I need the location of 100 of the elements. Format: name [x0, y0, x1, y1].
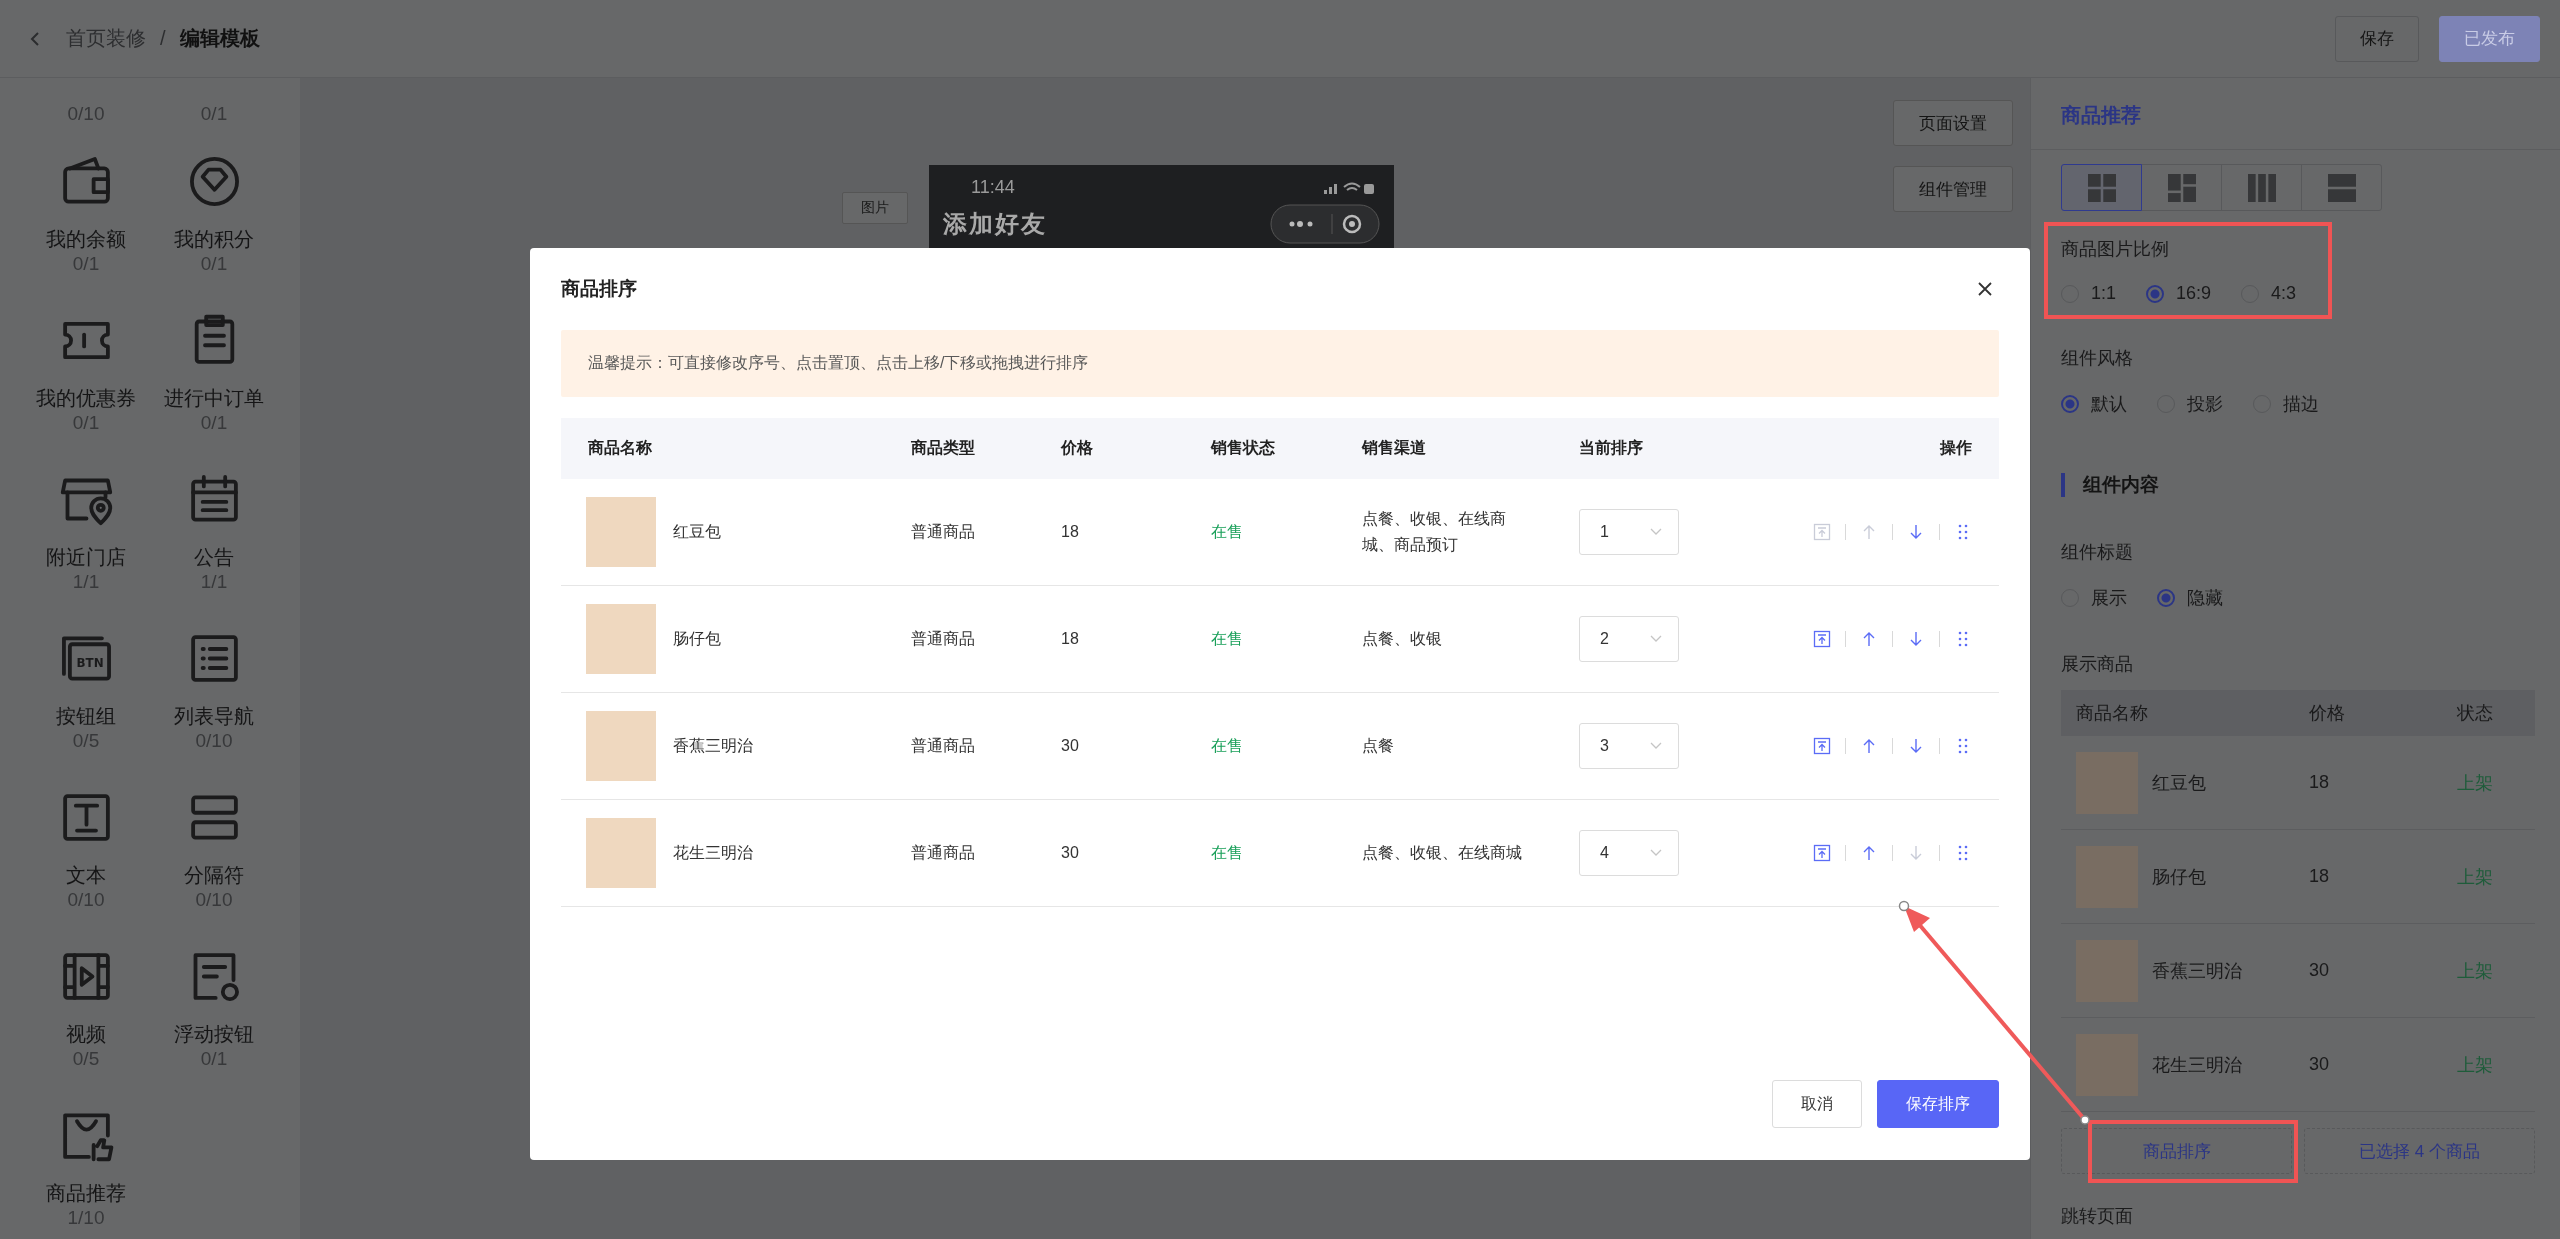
layout-option[interactable]	[2221, 164, 2302, 211]
product-name: 香蕉三明治	[673, 735, 753, 756]
sales-channels: 点餐、收银、在线商城、商品预订	[1362, 509, 1507, 555]
panel-title: 商品推荐	[2031, 78, 2560, 150]
component-label[interactable]: 进行中订单	[164, 385, 264, 411]
component-label[interactable]: 按钮组	[56, 703, 116, 729]
publish-button[interactable]: 已发布	[2439, 15, 2540, 62]
dialog-title: 商品排序	[561, 277, 637, 301]
column-header: 当前排序	[1579, 438, 1644, 458]
status: 上架	[2457, 1053, 2494, 1077]
field-label: 组件风格	[2061, 347, 2134, 370]
radio-option[interactable]: 展示	[2061, 586, 2127, 610]
column-header: 价格	[2309, 702, 2346, 725]
price: 18	[2309, 866, 2331, 887]
product-name: 红豆包	[673, 521, 721, 542]
move-to-top-icon[interactable]	[1813, 737, 1831, 755]
column-header: 商品名称	[587, 438, 653, 458]
radio-option[interactable]: 4:3	[2241, 283, 2297, 304]
field-label: 展示商品	[2061, 653, 2134, 676]
product-name: 花生三明治	[673, 842, 753, 863]
component-label[interactable]: 文本	[66, 862, 106, 888]
radio-option[interactable]: 1:1	[2061, 283, 2117, 304]
layout-option[interactable]	[2301, 164, 2382, 211]
radio-option[interactable]: 默认	[2061, 392, 2127, 416]
photo-placeholder	[586, 604, 656, 674]
cancel-button[interactable]: 取消	[1772, 1080, 1862, 1128]
breadcrumb-current: 编辑模板	[179, 26, 260, 51]
save-button[interactable]: 保存	[2335, 15, 2419, 62]
price: 18	[2309, 772, 2331, 793]
grid-layout-icon	[2087, 173, 2116, 202]
sort-button[interactable]: 商品排序	[2061, 1128, 2292, 1174]
component-label[interactable]: 列表导航	[174, 703, 254, 729]
sales-channels: 点餐、收银、在线商城	[1362, 843, 1523, 863]
sales-channels: 点餐、收银	[1362, 629, 1443, 649]
save-order-button[interactable]: 保存排序	[1877, 1080, 1999, 1128]
product-type: 普通商品	[911, 735, 976, 756]
radio-option[interactable]: 投影	[2157, 392, 2223, 416]
radio-option[interactable]: 描边	[2253, 392, 2319, 416]
column-header: 价格	[1061, 438, 1094, 458]
price: 30	[1061, 844, 1080, 862]
layout-option[interactable]	[2061, 164, 2142, 211]
photo-placeholder	[586, 711, 656, 781]
field-label: 组件标题	[2061, 541, 2134, 564]
product-type: 普通商品	[911, 628, 976, 649]
column-header: 操作	[1938, 438, 1973, 458]
photo-placeholder	[586, 818, 656, 888]
radio-option[interactable]: 隐藏	[2157, 586, 2223, 610]
product-name: 花生三明治	[2152, 1053, 2242, 1077]
image-tag[interactable]: 图片	[842, 192, 908, 224]
radio-option[interactable]: 16:9	[2146, 283, 2212, 304]
layout-option[interactable]	[2141, 164, 2222, 211]
move-to-top-icon[interactable]	[1813, 630, 1831, 648]
caret-icon	[1650, 528, 1662, 536]
component-label[interactable]: 浮动按钮	[174, 1021, 254, 1047]
price: 30	[2309, 960, 2331, 981]
order-select[interactable]: 3	[1579, 723, 1679, 769]
component-label[interactable]: 我的优惠券	[36, 385, 136, 411]
capsule-menu[interactable]	[1270, 204, 1380, 244]
rows-layout-icon	[2327, 173, 2356, 202]
component-label[interactable]: 我的积分	[174, 226, 254, 252]
product-name: 肠仔包	[673, 628, 721, 649]
field-label: 商品图片比例	[2061, 238, 2170, 261]
component-label[interactable]: 商品推荐	[46, 1180, 126, 1206]
mixed-layout-icon	[2167, 173, 2196, 202]
canvas-button[interactable]: 组件管理	[1893, 166, 2013, 212]
close-icon[interactable]	[1977, 281, 1993, 297]
status: 上架	[2457, 865, 2494, 889]
section-marker	[2061, 473, 2065, 497]
product-type: 普通商品	[911, 521, 976, 542]
component-label[interactable]: 我的余额	[46, 226, 126, 252]
price: 30	[2309, 1054, 2331, 1075]
order-select[interactable]: 1	[1579, 509, 1679, 555]
component-label[interactable]: 分隔符	[184, 862, 244, 888]
status-time: 11:44	[971, 177, 1015, 198]
breadcrumb-link[interactable]: 首页装修	[66, 25, 146, 52]
caret-icon	[1650, 849, 1662, 857]
caret-icon	[1650, 742, 1662, 750]
tip-banner: 温馨提示：可直接修改序号、点击置顶、点击上移/下移或拖拽进行排序	[561, 330, 1999, 397]
move-to-top-icon[interactable]	[1813, 844, 1831, 862]
component-label[interactable]: 视频	[66, 1021, 106, 1047]
price: 18	[1061, 523, 1080, 541]
sale-status: 在售	[1211, 521, 1244, 542]
canvas-button[interactable]: 页面设置	[1893, 100, 2013, 146]
status: 上架	[2457, 959, 2494, 983]
order-select[interactable]: 4	[1579, 830, 1679, 876]
status: 上架	[2457, 771, 2494, 795]
price: 30	[1061, 737, 1080, 755]
component-label[interactable]: 附近门店	[46, 544, 126, 570]
sales-channels: 点餐	[1362, 736, 1395, 756]
price: 18	[1061, 630, 1080, 648]
column-header: 销售状态	[1211, 438, 1276, 458]
sale-status: 在售	[1211, 842, 1244, 863]
product-name: 肠仔包	[2152, 865, 2206, 889]
field-label: 跳转页面	[2061, 1205, 2134, 1228]
selected-products-button[interactable]: 已选择 4 个商品	[2304, 1128, 2535, 1174]
component-label[interactable]: 公告	[194, 544, 234, 570]
breadcrumb-separator: /	[160, 27, 166, 50]
page-title: 添加好友	[943, 209, 1047, 239]
order-select[interactable]: 2	[1579, 616, 1679, 662]
columns-layout-icon	[2247, 173, 2276, 202]
